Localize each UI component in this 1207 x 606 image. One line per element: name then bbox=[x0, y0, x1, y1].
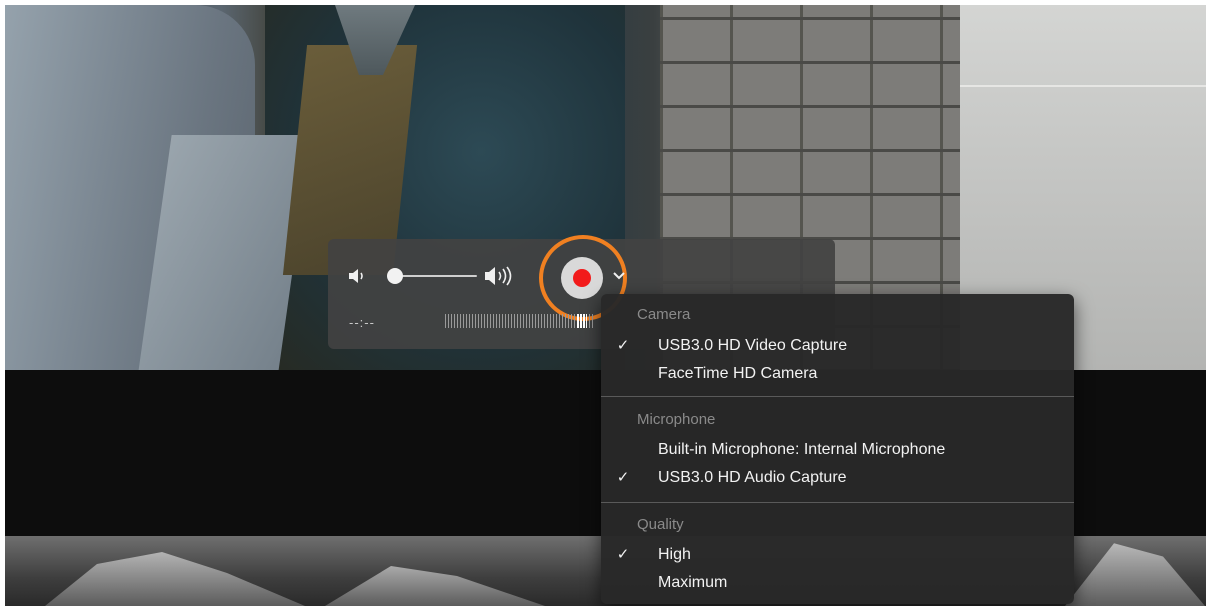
checkmark-icon: ✓ bbox=[616, 546, 630, 563]
video-mountain bbox=[45, 552, 305, 606]
checkmark-icon: ✓ bbox=[616, 469, 630, 486]
menu-item-label: FaceTime HD Camera bbox=[658, 365, 818, 382]
recording-options-menu: Camera ✓ USB3.0 HD Video Capture FaceTim… bbox=[601, 294, 1074, 604]
menu-item-quality-high[interactable]: ✓ High bbox=[601, 543, 1074, 567]
menu-item-label: Built-in Microphone: Internal Microphone bbox=[658, 441, 946, 458]
menu-section-header-microphone: Microphone bbox=[637, 411, 716, 428]
volume-slider[interactable] bbox=[387, 268, 479, 284]
volume-slider-knob[interactable] bbox=[387, 268, 403, 284]
menu-item-label: USB3.0 HD Video Capture bbox=[658, 337, 848, 354]
menu-item-mic-builtin[interactable]: Built-in Microphone: Internal Microphone bbox=[601, 438, 1074, 462]
audio-level-meter bbox=[445, 314, 595, 328]
menu-item-label: Maximum bbox=[658, 574, 728, 591]
video-street-line bbox=[960, 85, 1206, 87]
menu-item-quality-maximum[interactable]: Maximum bbox=[601, 571, 1074, 595]
menu-item-camera-usb[interactable]: ✓ USB3.0 HD Video Capture bbox=[601, 334, 1074, 358]
menu-separator bbox=[601, 502, 1074, 503]
chevron-down-icon[interactable] bbox=[612, 270, 626, 280]
speaker-low-icon[interactable] bbox=[347, 267, 367, 285]
volume-slider-track bbox=[395, 275, 477, 277]
checkmark-icon: ✓ bbox=[616, 337, 630, 354]
menu-item-label: USB3.0 HD Audio Capture bbox=[658, 469, 847, 486]
menu-section-header-camera: Camera bbox=[637, 306, 691, 323]
record-button[interactable] bbox=[561, 257, 603, 299]
video-mountain bbox=[1065, 543, 1205, 606]
record-icon bbox=[573, 269, 591, 287]
menu-item-camera-facetime[interactable]: FaceTime HD Camera bbox=[601, 362, 1074, 386]
menu-separator bbox=[601, 396, 1074, 397]
menu-item-label: High bbox=[658, 546, 691, 563]
speaker-high-icon[interactable] bbox=[483, 265, 521, 287]
video-mountain bbox=[325, 566, 545, 606]
audio-level-peak bbox=[577, 314, 587, 328]
menu-section-header-quality: Quality bbox=[637, 516, 684, 533]
elapsed-time: --:-- bbox=[349, 315, 375, 330]
menu-item-mic-usb[interactable]: ✓ USB3.0 HD Audio Capture bbox=[601, 466, 1074, 490]
